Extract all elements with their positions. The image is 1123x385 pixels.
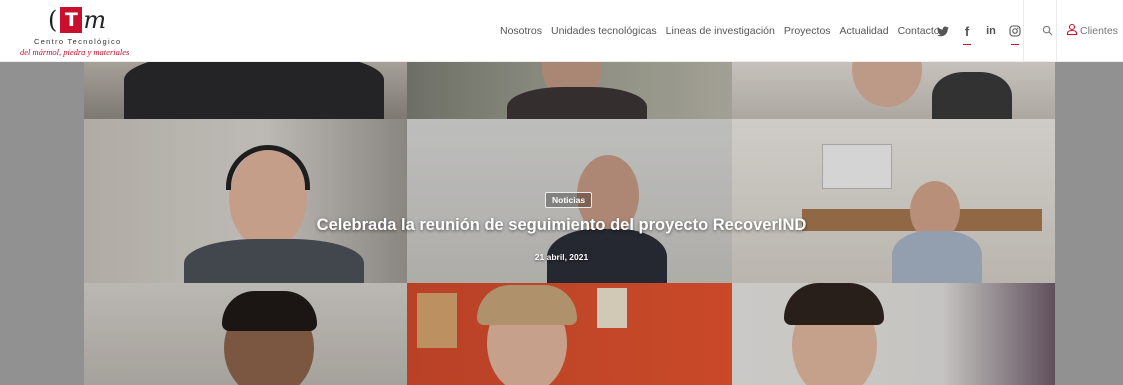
social-links: f in bbox=[932, 0, 1028, 62]
site-header: ( T m Centro Tecnológico del mármol, pie… bbox=[0, 0, 1123, 62]
logo-tagline-secondary: del mármol, piedra y materiales bbox=[20, 47, 130, 57]
linkedin-glyph: in bbox=[986, 25, 996, 37]
nav-item-proyectos[interactable]: Proyectos bbox=[784, 25, 831, 37]
site-logo[interactable]: ( T m Centro Tecnológico del mármol, pie… bbox=[20, 4, 145, 58]
nav-item-actualidad[interactable]: Actualidad bbox=[840, 25, 889, 37]
instagram-underline bbox=[1011, 44, 1019, 45]
user-icon bbox=[1066, 22, 1078, 40]
hero-title[interactable]: Celebrada la reunión de seguimiento del … bbox=[0, 216, 1123, 235]
header-divider bbox=[1056, 0, 1057, 62]
hero-banner[interactable]: Noticias Celebrada la reunión de seguimi… bbox=[0, 62, 1123, 385]
search-icon bbox=[1042, 24, 1053, 39]
header-divider bbox=[1023, 0, 1024, 62]
logo-paren: ( bbox=[48, 6, 58, 34]
search-button[interactable] bbox=[1037, 20, 1057, 42]
hero-date: 21 abril, 2021 bbox=[534, 252, 589, 262]
facebook-icon[interactable]: f bbox=[956, 20, 978, 45]
nav-item-nosotros[interactable]: Nosotros bbox=[500, 25, 542, 37]
twitter-icon[interactable] bbox=[932, 20, 954, 42]
logo-mark: ( T m bbox=[48, 5, 106, 35]
linkedin-icon[interactable]: in bbox=[980, 20, 1002, 42]
logo-tagline-primary: Centro Tecnológico bbox=[34, 37, 122, 46]
logo-letter-t: T bbox=[60, 7, 83, 33]
nav-item-lineas-de-investigacion[interactable]: Lineas de investigación bbox=[666, 25, 775, 37]
facebook-underline bbox=[963, 44, 971, 45]
facebook-glyph: f bbox=[964, 23, 970, 39]
main-nav: Nosotros Unidades tecnológicas Lineas de… bbox=[500, 0, 949, 62]
clients-label: Clientes bbox=[1080, 25, 1118, 37]
logo-letter-m: m bbox=[83, 6, 107, 34]
category-badge[interactable]: Noticias bbox=[545, 192, 593, 208]
clients-button[interactable]: Clientes bbox=[1066, 20, 1118, 42]
nav-item-unidades-tecnologicas[interactable]: Unidades tecnológicas bbox=[551, 25, 657, 37]
